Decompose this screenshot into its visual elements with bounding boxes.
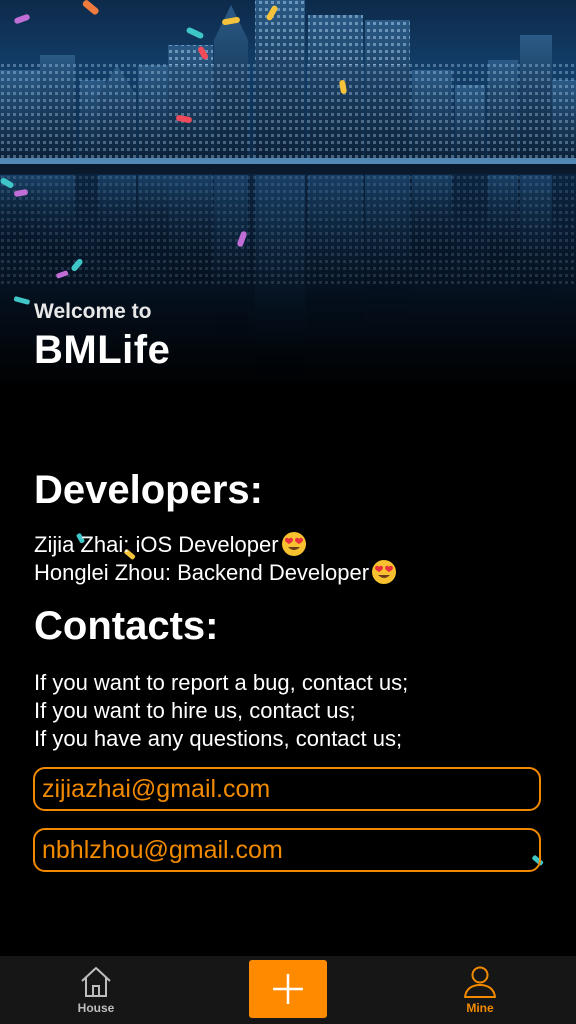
developer-item: Zijia Zhai: iOS Developer xyxy=(34,531,307,558)
plus-icon xyxy=(273,974,303,1004)
tab-house[interactable]: House xyxy=(48,956,144,1024)
contact-text-line: If you want to hire us, contact us; xyxy=(34,698,356,723)
heart-eyes-emoji-icon xyxy=(372,560,397,584)
contact-text-line: If you want to report a bug, contact us; xyxy=(34,670,409,695)
person-icon xyxy=(464,966,496,998)
email-button-nbhlzhou[interactable]: nbhlzhou@gmail.com xyxy=(33,828,541,872)
contact-text-line: If you have any questions, contact us; xyxy=(34,726,403,751)
tab-mine[interactable]: Mine xyxy=(432,956,528,1024)
contacts-heading: Contacts: xyxy=(34,604,219,648)
developers-heading: Developers: xyxy=(34,468,263,512)
developer-text: Zijia Zhai: iOS Developer xyxy=(34,532,279,557)
email-button-zijiazhai[interactable]: zijiazhai@gmail.com xyxy=(33,767,541,811)
confetti-decoration xyxy=(0,0,544,866)
heart-eyes-emoji-icon xyxy=(281,532,306,556)
developer-text: Honglei Zhou: Backend Developer xyxy=(34,560,370,585)
add-button[interactable] xyxy=(249,960,327,1018)
house-icon xyxy=(81,967,111,997)
tab-house-label: House xyxy=(77,1001,115,1015)
tab-mine-label: Mine xyxy=(466,1001,494,1015)
developer-item: Honglei Zhou: Backend Developer xyxy=(34,559,397,586)
